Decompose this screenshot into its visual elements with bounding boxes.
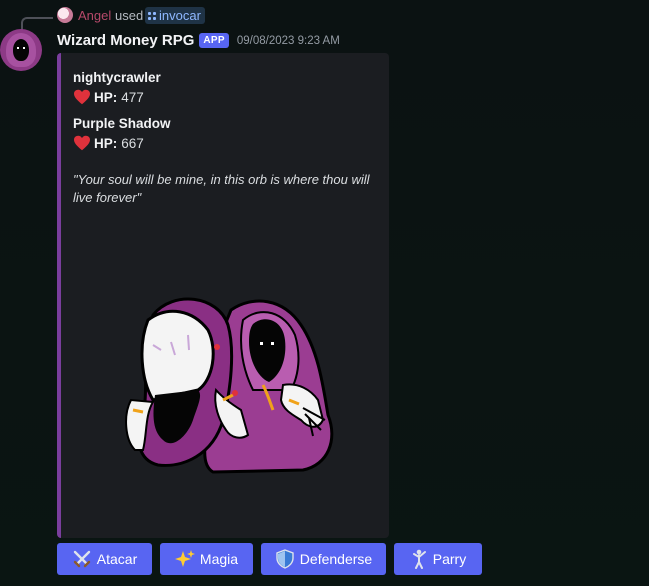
heart-icon <box>74 135 90 151</box>
bot-name[interactable]: Wizard Money RPG <box>57 32 194 49</box>
hp-value: 667 <box>121 135 144 151</box>
timestamp[interactable]: 09/08/2023 9:23 AM <box>237 35 340 47</box>
parry-label: Parry <box>432 551 467 567</box>
reply-username[interactable]: Angel <box>78 8 111 23</box>
command-name: invocar <box>159 8 201 23</box>
shield-icon <box>276 549 294 569</box>
slash-command-icon <box>148 11 156 20</box>
reply-avatar[interactable] <box>57 7 73 23</box>
bot-avatar[interactable] <box>0 29 42 71</box>
atacar-button[interactable]: Atacar <box>57 543 152 575</box>
app-tag: APP <box>199 33 229 48</box>
magia-label: Magia <box>199 551 239 567</box>
embed: nightycrawler HP: 477 Purple Shadow HP: … <box>57 53 389 538</box>
avatar-face <box>13 39 29 61</box>
avatar-eye <box>23 47 25 49</box>
message-header: Wizard Money RPG APP 09/08/2023 9:23 AM <box>57 32 340 49</box>
avatar-eye <box>17 47 19 49</box>
field-name-player: nightycrawler <box>73 70 161 85</box>
action-buttons: Atacar Magia Defenderse Parry <box>57 543 482 575</box>
purple-shadow-image[interactable] <box>113 290 353 480</box>
defenderse-button[interactable]: Defenderse <box>261 543 386 575</box>
field-value-enemy: HP: 667 <box>73 135 144 151</box>
atacar-label: Atacar <box>96 551 138 567</box>
magia-button[interactable]: Magia <box>160 543 253 575</box>
hp-value: 477 <box>121 89 144 105</box>
command-mention[interactable]: invocar <box>145 7 205 24</box>
hp-label: HP: <box>94 89 118 105</box>
embed-quote: "Your soul will be mine, in this orb is … <box>73 172 370 205</box>
reply-used-text: used <box>115 8 144 23</box>
crossed-swords-icon <box>73 550 90 568</box>
sparkles-icon <box>174 550 195 567</box>
field-value-player: HP: 477 <box>73 89 144 105</box>
field-name-enemy: Purple Shadow <box>73 116 171 131</box>
hp-label: HP: <box>94 135 118 151</box>
heart-icon <box>74 89 90 105</box>
defenderse-label: Defenderse <box>299 551 373 567</box>
parry-button[interactable]: Parry <box>394 543 482 575</box>
reply-context[interactable]: Angel used invocar <box>0 4 649 33</box>
fencer-icon <box>412 549 426 569</box>
